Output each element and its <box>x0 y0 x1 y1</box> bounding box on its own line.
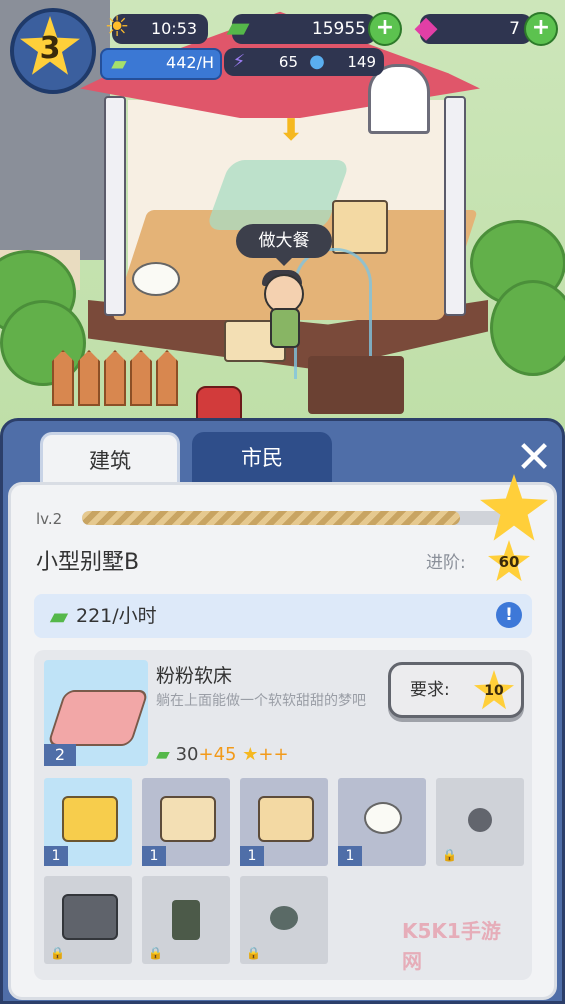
entrance-stairs <box>308 356 404 414</box>
house-pillar <box>444 96 466 316</box>
item-stats: ▰ 30+45 ★++ <box>156 740 376 770</box>
item-level-badge: 2 <box>44 744 76 766</box>
item-star-bonus: ++ <box>258 744 289 765</box>
toilet <box>364 802 402 834</box>
slot-desk[interactable]: 1 <box>240 778 328 866</box>
item-income-value: 30 <box>175 744 199 765</box>
slot-toilet[interactable]: 1 <box>338 778 426 866</box>
slot-level: 1 <box>44 846 68 866</box>
cash-icon: ▰ <box>156 744 170 765</box>
speech-bubble: 做大餐 <box>236 224 332 266</box>
house-pillar <box>104 96 126 316</box>
water-drop-icon: ● <box>309 51 325 72</box>
star-icon: ★ <box>242 744 259 765</box>
slot-level: 1 <box>338 846 362 866</box>
building-level: lv.2 <box>36 510 63 528</box>
slot-locked[interactable]: 🔒 <box>436 778 524 866</box>
add-cash-button[interactable]: + <box>368 12 402 46</box>
player-level: 3 <box>39 31 61 66</box>
income-rate: 221/小时 <box>76 605 157 627</box>
building-name: 小型别墅B <box>36 550 140 575</box>
item-description: 躺在上面能做一个软软甜甜的梦吧 <box>156 693 366 709</box>
tab-building[interactable]: 建筑 <box>40 432 180 484</box>
watermark: K5K1手游网 <box>402 919 501 973</box>
side-table <box>160 796 216 842</box>
item-name: 粉粉软床 <box>156 665 233 687</box>
speaker <box>62 894 118 940</box>
citizen-body[interactable] <box>270 308 300 348</box>
arrow-down-icon[interactable]: ⬇ <box>276 114 306 148</box>
item-silhouette <box>468 808 492 832</box>
add-gem-button[interactable]: + <box>524 12 558 46</box>
advance-label: 进阶: <box>426 553 466 573</box>
slot-yellow-bed[interactable]: 1 <box>44 778 132 866</box>
gem-value: 7 <box>509 19 520 39</box>
close-icon[interactable]: ✕ <box>512 436 556 480</box>
tab-citizen[interactable]: 市民 <box>192 432 332 484</box>
desk[interactable] <box>332 200 388 254</box>
cash-icon: ▰ <box>226 10 250 45</box>
bush <box>490 280 565 376</box>
income-value: 442/H <box>166 53 214 72</box>
energy-value: 65 <box>278 53 298 71</box>
water-value: 149 <box>347 53 376 71</box>
stool <box>270 906 298 930</box>
slot-locked[interactable]: 🔒 <box>240 876 328 964</box>
lock-icon: 🔒 <box>246 946 261 960</box>
lock-icon: 🔒 <box>442 848 457 862</box>
energy-icon: ⚡ <box>232 51 246 72</box>
advance-requirement: 60 <box>498 553 520 571</box>
item-income-bonus: +45 <box>198 744 237 765</box>
level-progress-fill <box>82 511 460 525</box>
slot-side-table[interactable]: 1 <box>142 778 230 866</box>
mailbox[interactable] <box>196 386 242 422</box>
requirement-value: 10 <box>484 683 504 699</box>
lock-icon: 🔒 <box>50 946 65 960</box>
lock-icon: 🔒 <box>148 946 163 960</box>
slot-locked[interactable]: 🔒 <box>142 876 230 964</box>
info-icon[interactable]: ! <box>496 602 522 628</box>
yellow-bed <box>62 796 118 842</box>
toilet[interactable] <box>132 262 180 296</box>
slot-level: 1 <box>142 846 166 866</box>
fence <box>52 350 182 410</box>
cash-value: 15955 <box>311 19 366 39</box>
slot-locked[interactable]: 🔒 <box>44 876 132 964</box>
cash-icon: ▰ <box>111 51 127 75</box>
sun-icon: ☀ <box>104 10 130 43</box>
gem-icon: ◆ <box>414 10 438 45</box>
requirement-label: 要求: <box>410 680 450 700</box>
slot-level: 1 <box>240 846 264 866</box>
desk <box>258 796 314 842</box>
potted-plant <box>172 900 200 940</box>
time-value: 10:53 <box>150 19 198 38</box>
cash-icon: ▰ <box>49 602 69 630</box>
level-progress-bar <box>82 511 502 525</box>
